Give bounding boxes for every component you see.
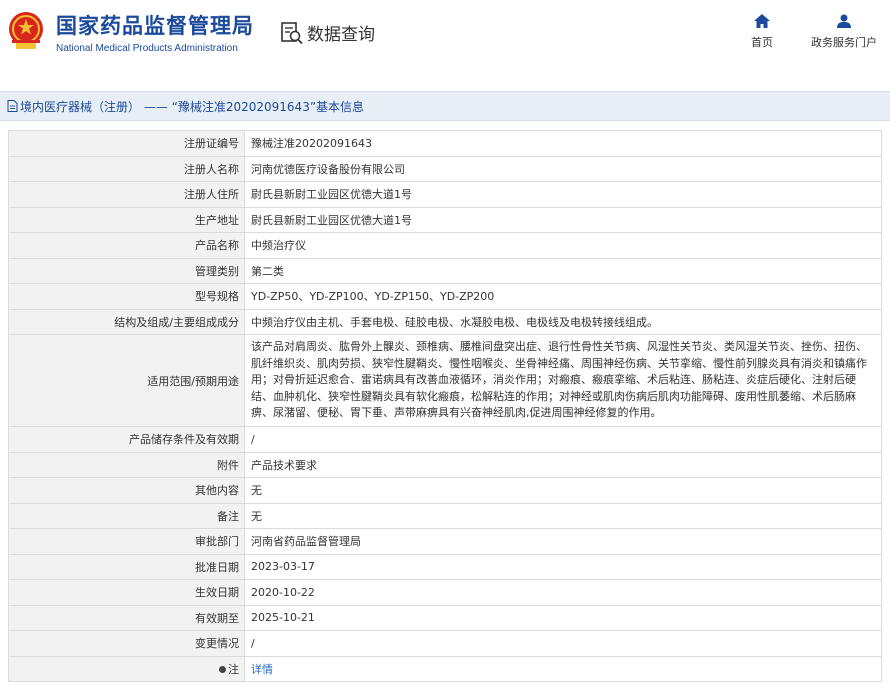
- nav-service-portal-label: 政务服务门户: [811, 36, 877, 49]
- field-value: /: [244, 630, 882, 657]
- field-value: 尉氏县新尉工业园区优德大道1号: [244, 181, 882, 208]
- table-row: 管理类别 第二类: [8, 257, 882, 284]
- page-title-bar: 境内医疗器械（注册） —— “豫械注准20202091643”基本信息: [0, 91, 890, 121]
- field-value: 无: [244, 477, 882, 504]
- field-label: 变更情况: [8, 630, 245, 657]
- table-row: 注册人住所 尉氏县新尉工业园区优德大道1号: [8, 181, 882, 208]
- field-label: 注册证编号: [8, 130, 245, 157]
- table-row: 审批部门 河南省药品监督管理局: [8, 528, 882, 555]
- table-row: 结构及组成/主要组成成分 中频治疗仪由主机、手套电极、硅胶电极、水凝胶电极、电极…: [8, 308, 882, 335]
- field-label: 结构及组成/主要组成成分: [8, 308, 245, 335]
- table-row: 产品储存条件及有效期 /: [8, 426, 882, 453]
- field-value: 2020-10-22: [244, 579, 882, 606]
- table-row: 注册证编号 豫械注准20202091643: [8, 130, 882, 157]
- field-value: 第二类: [244, 257, 882, 284]
- table-row: 其他内容 无: [8, 477, 882, 504]
- page-title: 境内医疗器械（注册） —— “豫械注准20202091643”基本信息: [20, 99, 365, 114]
- registration-detail-table: 注册证编号 豫械注准20202091643 注册人名称 河南优德医疗设备股份有限…: [8, 130, 882, 682]
- field-value: 无: [244, 502, 882, 529]
- nav-home[interactable]: 首页: [722, 14, 802, 50]
- field-label: 生产地址: [8, 206, 245, 233]
- table-row: 批准日期 2023-03-17: [8, 553, 882, 580]
- brand: 国家药品监督管理局 National Medical Products Admi…: [56, 12, 254, 56]
- field-value: 2025-10-21: [244, 604, 882, 631]
- field-label: 管理类别: [8, 257, 245, 284]
- field-value: 河南优德医疗设备股份有限公司: [244, 155, 882, 182]
- field-value: /: [244, 426, 882, 453]
- details-link[interactable]: 详情: [251, 663, 273, 676]
- field-label: 型号规格: [8, 283, 245, 310]
- field-value: 产品技术要求: [244, 451, 882, 478]
- field-label: 适用范围/预期用途: [8, 334, 245, 427]
- table-row: 变更情况 /: [8, 630, 882, 657]
- field-value: 河南省药品监督管理局: [244, 528, 882, 555]
- field-value: 尉氏县新尉工业园区优德大道1号: [244, 206, 882, 233]
- field-label: 审批部门: [8, 528, 245, 555]
- field-label: 其他内容: [8, 477, 245, 504]
- table-row: 附件 产品技术要求: [8, 451, 882, 478]
- field-label: 批准日期: [8, 553, 245, 580]
- field-label: 有效期至: [8, 604, 245, 631]
- field-label: 注册人住所: [8, 181, 245, 208]
- table-row: 注 详情: [8, 655, 882, 682]
- user-icon: [837, 14, 851, 28]
- field-label: 注册人名称: [8, 155, 245, 182]
- home-icon: [754, 14, 770, 28]
- table-row: 注册人名称 河南优德医疗设备股份有限公司: [8, 155, 882, 182]
- table-row: 型号规格 YD-ZP50、YD-ZP100、YD-ZP150、YD-ZP200: [8, 283, 882, 310]
- table-row: 有效期至 2025-10-21: [8, 604, 882, 631]
- field-label: 生效日期: [8, 579, 245, 606]
- data-query-link[interactable]: 数据查询: [281, 20, 375, 45]
- brand-name-en: National Medical Products Administration: [56, 43, 238, 54]
- note-label-cell: 注: [8, 655, 245, 682]
- brand-name-cn: 国家药品监督管理局: [56, 14, 254, 38]
- table-row: 适用范围/预期用途 该产品对肩周炎、肱骨外上髁炎、颈椎病、腰椎间盘突出症、退行性…: [8, 334, 882, 427]
- site-header: 国家药品监督管理局 National Medical Products Admi…: [0, 0, 890, 72]
- field-value: 2023-03-17: [244, 553, 882, 580]
- document-icon: [7, 100, 18, 112]
- table-row: 生效日期 2020-10-22: [8, 579, 882, 606]
- field-label: 注: [228, 662, 239, 676]
- field-value: 中频治疗仪: [244, 232, 882, 259]
- national-emblem-logo: [9, 12, 43, 49]
- pin-icon: [219, 665, 226, 673]
- table-row: 备注 无: [8, 502, 882, 529]
- field-value: 豫械注准20202091643: [244, 130, 882, 157]
- field-label: 备注: [8, 502, 245, 529]
- field-label: 产品名称: [8, 232, 245, 259]
- field-value: YD-ZP50、YD-ZP100、YD-ZP150、YD-ZP200: [244, 283, 882, 310]
- data-query-icon: [281, 21, 303, 44]
- nav-home-label: 首页: [751, 36, 773, 49]
- field-value: 中频治疗仪由主机、手套电极、硅胶电极、水凝胶电极、电极线及电极转接线组成。: [244, 308, 882, 335]
- field-value: 该产品对肩周炎、肱骨外上髁炎、颈椎病、腰椎间盘突出症、退行性骨性关节病、风湿性关…: [244, 334, 882, 427]
- table-row: 生产地址 尉氏县新尉工业园区优德大道1号: [8, 206, 882, 233]
- table-row: 产品名称 中频治疗仪: [8, 232, 882, 259]
- nav-service-portal[interactable]: 政务服务门户: [802, 14, 886, 50]
- data-query-label: 数据查询: [307, 25, 375, 45]
- field-label: 产品储存条件及有效期: [8, 426, 245, 453]
- note-value-cell: 详情: [244, 655, 882, 682]
- top-nav: 首页 政务服务门户: [716, 14, 890, 50]
- field-label: 附件: [8, 451, 245, 478]
